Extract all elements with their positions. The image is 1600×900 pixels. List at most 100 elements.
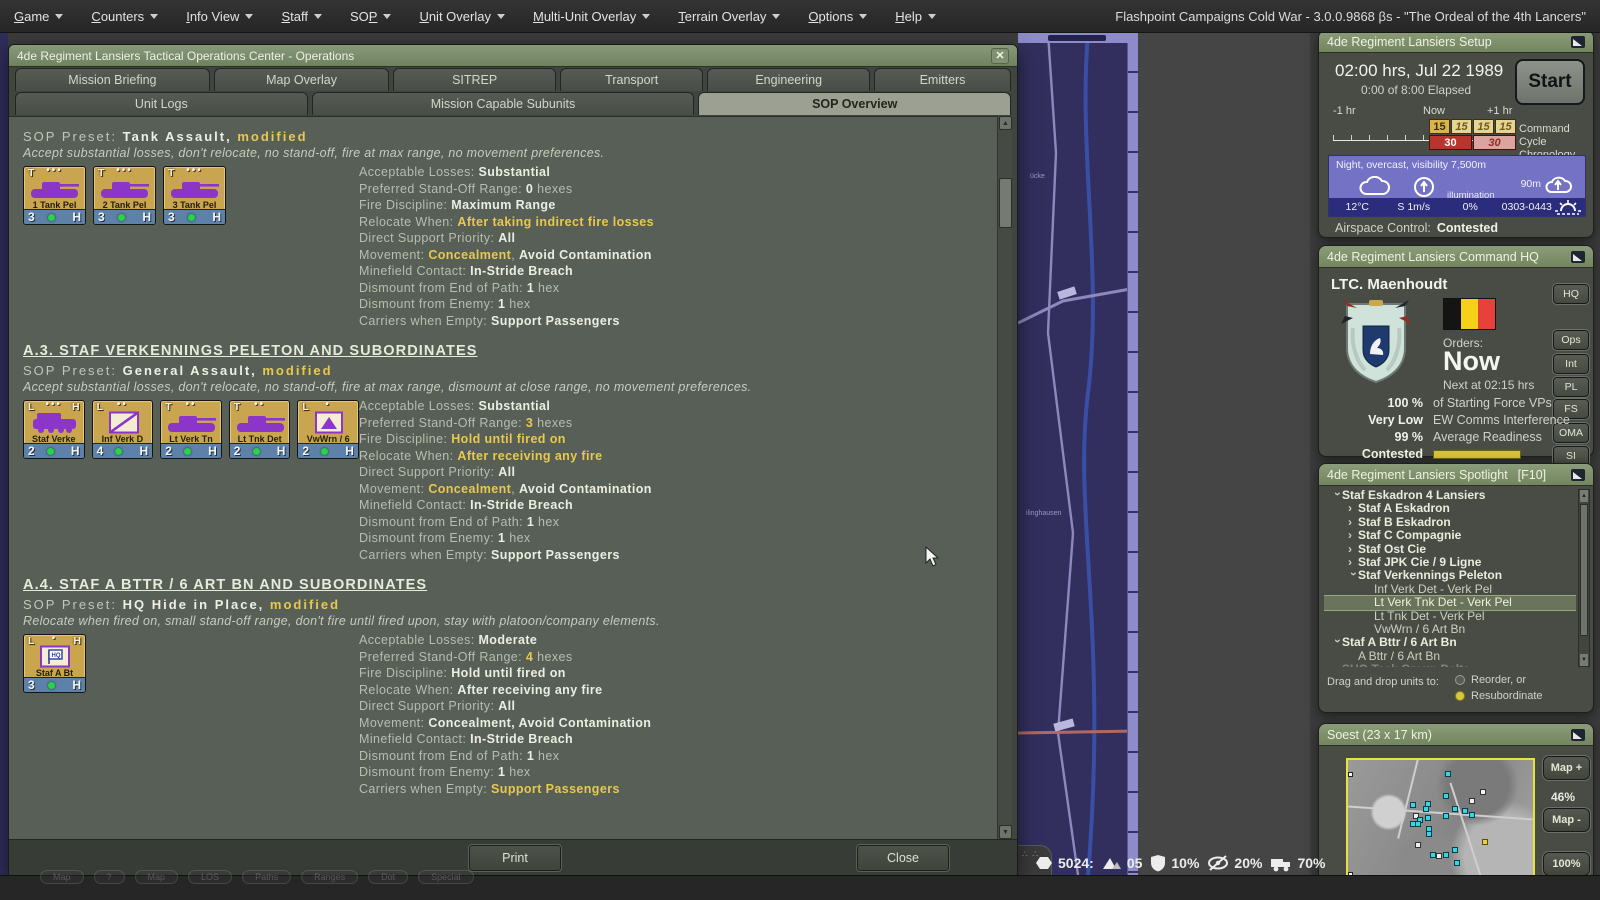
unit-counter-staf-verke[interactable]: LH•••Staf Verke2H <box>23 400 85 459</box>
footer-toolbar-button[interactable]: Ranges <box>301 870 358 884</box>
close-icon[interactable]: ✕ <box>991 48 1009 64</box>
tree-item-shq-task-group-delta[interactable]: ›SHQ Task Group Delta <box>1324 663 1576 667</box>
resubordinate-radio[interactable] <box>1455 691 1465 701</box>
panel-resize-icon[interactable] <box>1571 251 1585 263</box>
scroll-down-icon[interactable]: ▼ <box>999 825 1012 839</box>
scroll-up-icon[interactable]: ▲ <box>999 116 1012 130</box>
resubordinate-option[interactable]: Resubordinate <box>1455 690 1543 702</box>
tab-unit-logs[interactable]: Unit Logs <box>15 92 308 115</box>
tab-mission-capable-subunits[interactable]: Mission Capable Subunits <box>312 92 695 115</box>
unit-counter-vwwrn-6[interactable]: L•VwWrn / 62H <box>297 400 359 459</box>
footer-toolbar-button[interactable]: Map <box>135 870 179 884</box>
footer-toolbar-button[interactable]: Paths <box>242 870 291 884</box>
unit-counter-1-tank-pel[interactable]: T•••1 Tank Pel3H <box>23 166 86 225</box>
menu-item-counters[interactable]: Counters <box>77 0 172 33</box>
attribute-label: Carriers when Empty: <box>359 314 491 328</box>
print-button[interactable]: Print <box>469 845 561 871</box>
attribute-label: Relocate When: <box>359 215 457 229</box>
tree-item-a-bttr-6-art-bn[interactable]: A Bttr / 6 Art Bn <box>1324 650 1576 663</box>
unit-counter-lt-verk-tn[interactable]: T••Lt Verk Tn2H <box>160 400 222 459</box>
tree-item-vwwrn-6-art-bn[interactable]: VwWrn / 6 Art Bn <box>1324 623 1576 636</box>
cycle-box: 30 <box>1473 135 1516 150</box>
counter-bottom-strip: 3H <box>24 209 85 224</box>
scrollbar-thumb[interactable] <box>999 178 1012 228</box>
tree-scrollbar-thumb[interactable] <box>1580 504 1588 636</box>
start-button[interactable]: Start <box>1515 59 1585 105</box>
tree-item-inf-verk-det-verk-pel[interactable]: Inf Verk Det - Verk Pel <box>1324 583 1576 596</box>
footer-toolbar-button[interactable]: LOS <box>188 870 232 884</box>
hq-button-int[interactable]: Int <box>1553 354 1589 374</box>
sop-section: A.4. STAF A BTTR / 6 ART BN AND SUBORDIN… <box>23 577 999 797</box>
tab-transport[interactable]: Transport <box>560 68 703 91</box>
tree-item-label: Lt Verk Tnk Det - Verk Pel <box>1374 595 1512 609</box>
background-map[interactable]: ücke ilinghausen <box>1018 33 1138 875</box>
content-scrollbar[interactable]: ▲ ▼ <box>997 116 1012 839</box>
hq-button-ops[interactable]: Ops <box>1553 330 1589 350</box>
attribute-value: After taking indirect fire losses <box>457 215 654 229</box>
menu-item-help[interactable]: Help <box>881 0 950 33</box>
menu-item-unit-overlay[interactable]: Unit Overlay <box>405 0 519 33</box>
tree-item-staf-b-eskadron[interactable]: ›Staf B Eskadron <box>1324 516 1576 529</box>
menu-item-options[interactable]: Options <box>794 0 881 33</box>
sop-attribute: Movement: Concealment, Avoid Contaminati… <box>359 247 999 264</box>
panel-resize-icon[interactable] <box>1571 469 1585 481</box>
tree-item-lt-verk-tnk-det-verk-pel[interactable]: Lt Verk Tnk Det - Verk Pel <box>1324 596 1576 609</box>
setup-panel-titlebar[interactable]: 4de Regiment Lansiers Setup <box>1319 31 1593 53</box>
unit-counter-lt-tnk-det[interactable]: T••Lt Tnk Det2H <box>229 400 291 459</box>
menu-item-game[interactable]: Game <box>0 0 77 33</box>
menu-item-info-view[interactable]: Info View <box>172 0 267 33</box>
tab-map-overlay[interactable]: Map Overlay <box>214 68 390 91</box>
footer-toolbar-button[interactable]: Special <box>418 870 474 884</box>
tree-item-staf-c-compagnie[interactable]: ›Staf C Compagnie <box>1324 529 1576 542</box>
unit-counter-staf-a-bt[interactable]: LH•HQStaf A Bt3H <box>23 634 86 693</box>
chevron-closed-icon: › <box>1348 543 1358 556</box>
minimap-panel-titlebar[interactable]: Soest (23 x 17 km) <box>1319 724 1593 746</box>
sop-preset-description: Relocate when fired on, small stand-off … <box>23 614 999 628</box>
counter-bottom-strip: 2H <box>161 443 221 458</box>
tree-scroll-up-icon[interactable]: ▲ <box>1580 490 1588 502</box>
attribute-value: hex <box>505 531 530 545</box>
menu-item-multi-unit-overlay[interactable]: Multi-Unit Overlay <box>519 0 664 33</box>
tree-scrollbar[interactable]: ▲ ▼ <box>1578 489 1590 667</box>
unit-counter-3-tank-pel[interactable]: T•••3 Tank Pel3H <box>163 166 226 225</box>
reorder-option[interactable]: Reorder, or <box>1455 674 1526 686</box>
tree-item-staf-verkennings-peleton[interactable]: ›Staf Verkennings Peleton <box>1324 569 1576 582</box>
footer-toolbar-button[interactable]: Dot <box>368 870 408 884</box>
menu-item-staff[interactable]: Staff <box>267 0 336 33</box>
tree-item-staf-eskadron-4-lansiers[interactable]: ›Staf Eskadron 4 Lansiers <box>1324 489 1576 502</box>
tree-item-staf-jpk-cie-9-ligne[interactable]: ›Staf JPK Cie / 9 Ligne <box>1324 556 1576 569</box>
tree-item-lt-tnk-det-verk-pel[interactable]: Lt Tnk Det - Verk Pel <box>1324 610 1576 623</box>
footer-toolbar-button[interactable]: ? <box>94 870 125 884</box>
close-button[interactable]: Close <box>857 845 949 871</box>
tree-item-staf-a-bttr-6-art-bn[interactable]: ›Staf A Bttr / 6 Art Bn <box>1324 636 1576 649</box>
menu-item-terrain-overlay[interactable]: Terrain Overlay <box>664 0 794 33</box>
unit-counter-inf-verk-d[interactable]: L••Inf Verk D4H <box>92 400 154 459</box>
map-zoom-out-button[interactable]: Map - <box>1543 808 1590 832</box>
sop-preset-modified: modified <box>270 597 340 612</box>
chevron-down-icon <box>859 14 867 19</box>
hq-button-hq[interactable]: HQ <box>1553 284 1589 304</box>
tree-scroll-down-icon[interactable]: ▼ <box>1580 654 1588 666</box>
panel-resize-icon[interactable] <box>1571 729 1585 741</box>
tab-mission-briefing[interactable]: Mission Briefing <box>15 68 210 91</box>
map-zoom-in-button[interactable]: Map + <box>1543 756 1590 780</box>
weather-box[interactable]: Night, overcast, visibility 7,500m 90m i… <box>1328 155 1586 217</box>
menu-item-sop[interactable]: SOP <box>336 0 405 33</box>
attribute-value: Support Passengers <box>491 782 620 796</box>
footer-toolbar-button[interactable]: Map <box>40 870 84 884</box>
tab-engineering[interactable]: Engineering <box>707 68 870 91</box>
tree-item-label: Staf A Eskadron <box>1358 501 1450 515</box>
tree-item-staf-a-eskadron[interactable]: ›Staf A Eskadron <box>1324 502 1576 515</box>
unit-counter-2-tank-pel[interactable]: T•••2 Tank Pel3H <box>93 166 156 225</box>
reorder-radio[interactable] <box>1455 675 1465 685</box>
spotlight-panel-titlebar[interactable]: 4de Regiment Lansiers Spotlight [F10] <box>1319 464 1593 486</box>
hq-panel-titlebar[interactable]: 4de Regiment Lansiers Command HQ <box>1319 246 1593 268</box>
tab-emitters[interactable]: Emitters <box>874 68 1011 91</box>
map-zoom-full-button[interactable]: 100% <box>1543 852 1590 876</box>
tree-item-staf-ost-cie[interactable]: ›Staf Ost Cie <box>1324 543 1576 556</box>
panel-resize-icon[interactable] <box>1571 36 1585 48</box>
tab-sitrep[interactable]: SITREP <box>393 68 556 91</box>
hq-button-pl[interactable]: PL <box>1553 377 1589 397</box>
tab-sop-overview[interactable]: SOP Overview <box>698 92 1011 115</box>
dialog-titlebar[interactable]: 4de Regiment Lansiers Tactical Operation… <box>9 45 1017 67</box>
